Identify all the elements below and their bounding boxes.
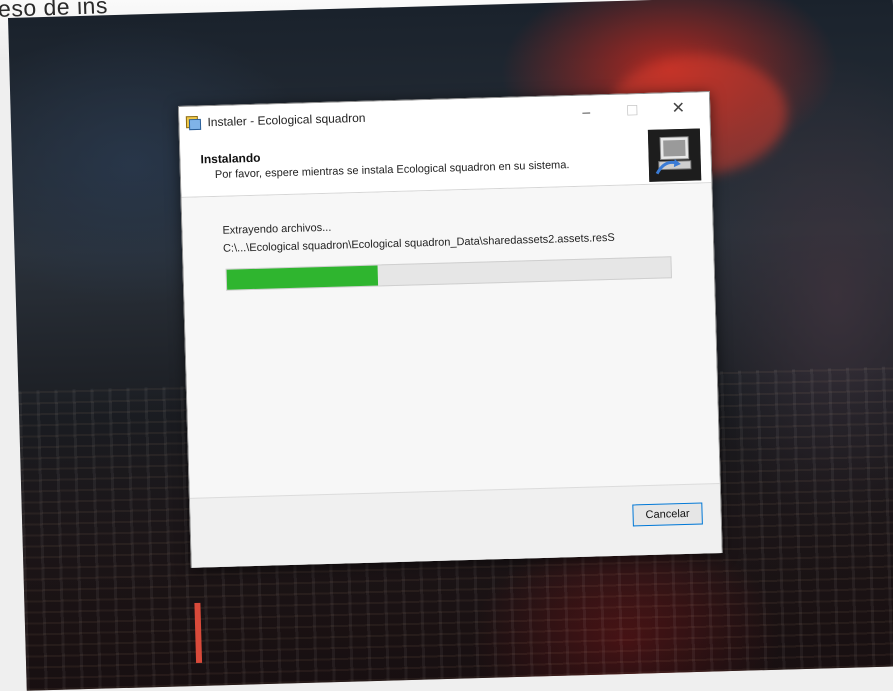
progress-bar bbox=[225, 256, 673, 291]
installer-window: Instaler - Ecological squadron – ☐ ✕ Ins… bbox=[178, 91, 723, 568]
wizard-body: Extrayendo archivos... C:\...\Ecological… bbox=[181, 183, 720, 498]
maximize-button[interactable]: ☐ bbox=[609, 96, 656, 125]
installer-app-icon bbox=[185, 115, 202, 131]
wizard-footer: Cancelar bbox=[189, 483, 722, 568]
page-title: Instalando bbox=[200, 150, 261, 167]
status-text: Extrayendo archivos... bbox=[222, 221, 332, 237]
page-subtitle: Por favor, espere mientras se instala Ec… bbox=[214, 159, 570, 181]
close-button[interactable]: ✕ bbox=[655, 94, 702, 123]
window-title: Instaler - Ecological squadron bbox=[207, 110, 366, 130]
computer-install-icon bbox=[647, 128, 702, 182]
cancel-button[interactable]: Cancelar bbox=[632, 502, 703, 527]
progress-fill bbox=[226, 265, 379, 290]
minimize-button[interactable]: – bbox=[563, 97, 610, 126]
